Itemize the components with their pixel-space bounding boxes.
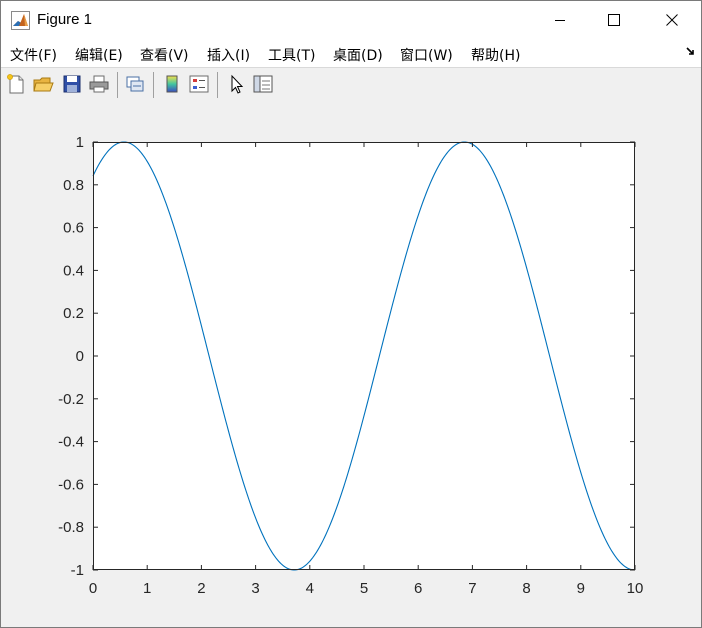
property-editor-icon[interactable]: [252, 73, 274, 95]
figure-window: Figure 1 文件(F) 编辑(E) 查看(V) 插入(I) 工具(T) 桌…: [0, 0, 702, 628]
y-tick-label: -0.4: [58, 434, 84, 451]
minimize-icon: [555, 20, 565, 21]
axes-background: [93, 142, 635, 570]
open-file-icon[interactable]: [32, 73, 54, 95]
menu-help[interactable]: 帮助(H): [471, 45, 520, 65]
x-tick-label: 0: [89, 580, 97, 597]
menu-window[interactable]: 窗口(W): [400, 45, 453, 65]
menu-view[interactable]: 查看(V): [140, 45, 189, 65]
menu-insert[interactable]: 插入(I): [207, 45, 250, 65]
dock-arrow-icon[interactable]: [685, 46, 697, 58]
toolbar-separator: [217, 72, 218, 98]
x-tick-label: 5: [360, 580, 368, 597]
y-tick-label: -0.8: [58, 519, 84, 536]
y-tick-label: 0.4: [63, 262, 84, 279]
toolbar-separator: [117, 72, 118, 98]
plot-svg: 0 1 2 3 4 5 6 7 8 9 10 1 0.8 0.6 0.4 0.2 0 -0.2 -0.4 -0.6 -0…: [58, 134, 644, 597]
x-tick-label: 3: [251, 580, 259, 597]
x-tick-label: 4: [306, 580, 314, 597]
menu-tools[interactable]: 工具(T): [268, 45, 315, 65]
toolbar-separator: [153, 72, 154, 98]
y-tick-label: -0.2: [58, 391, 84, 408]
window-title: Figure 1: [37, 11, 93, 28]
matlab-logo-icon: [11, 11, 30, 30]
menu-desktop[interactable]: 桌面(D): [333, 45, 383, 65]
menu-file[interactable]: 文件(F): [10, 45, 57, 65]
x-tick-label: 7: [468, 580, 476, 597]
toolbar: [1, 67, 701, 103]
y-tick-label: 0.8: [63, 177, 84, 194]
x-tick-label: 2: [197, 580, 205, 597]
y-tick-label: 0.6: [63, 220, 84, 237]
maximize-button[interactable]: [591, 1, 637, 39]
close-button[interactable]: [649, 1, 695, 39]
x-tick-label: 6: [414, 580, 422, 597]
print-icon[interactable]: [88, 73, 110, 95]
y-tick-label: -0.6: [58, 476, 84, 493]
menu-bar: 文件(F) 编辑(E) 查看(V) 插入(I) 工具(T) 桌面(D) 窗口(W…: [1, 39, 701, 67]
menu-edit[interactable]: 编辑(E): [75, 45, 123, 65]
new-figure-icon[interactable]: [5, 73, 27, 95]
edit-plot-arrow-icon[interactable]: [225, 73, 247, 95]
y-tick-label: 0.2: [63, 305, 84, 322]
figure-canvas: 0 1 2 3 4 5 6 7 8 9 10 1 0.8 0.6 0.4 0.2 0 -0.2 -0.4 -0.6 -0…: [1, 102, 701, 627]
x-tick-label: 10: [627, 580, 644, 597]
maximize-icon: [608, 14, 620, 26]
save-icon[interactable]: [61, 73, 83, 95]
insert-legend-icon[interactable]: [188, 73, 210, 95]
y-tick-label: -1: [71, 562, 84, 579]
x-tick-label: 9: [577, 580, 585, 597]
x-tick-label: 8: [522, 580, 530, 597]
x-tick-label: 1: [143, 580, 151, 597]
minimize-button[interactable]: [537, 1, 583, 39]
y-tick-label: 1: [76, 134, 84, 151]
title-bar[interactable]: Figure 1: [1, 1, 701, 39]
y-tick-label: 0: [76, 348, 84, 365]
close-icon: [666, 14, 678, 26]
insert-colorbar-icon[interactable]: [161, 73, 183, 95]
link-plot-icon[interactable]: [124, 73, 146, 95]
